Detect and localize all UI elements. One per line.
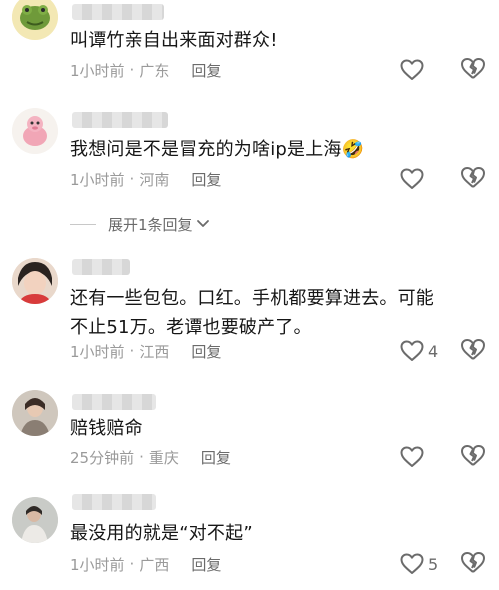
heart-outline-icon	[400, 168, 424, 189]
broken-heart-icon	[461, 445, 485, 466]
reply-button[interactable]: 回复	[191, 554, 221, 575]
avatar[interactable]	[12, 108, 58, 154]
like-button[interactable]	[400, 166, 428, 192]
username-blurred[interactable]	[72, 394, 156, 410]
dislike-button[interactable]	[460, 57, 488, 83]
like-count: 5	[428, 554, 439, 574]
comment-meta: 1小时前 · 河南 回复	[70, 169, 221, 189]
separator-dot: ·	[129, 342, 135, 360]
separator-dot: ·	[129, 170, 135, 188]
heart-outline-icon	[400, 553, 424, 574]
person-avatar-image	[12, 258, 58, 304]
avatar[interactable]	[12, 390, 58, 436]
username-blurred[interactable]	[72, 4, 164, 20]
pink-creature-avatar-image	[12, 108, 58, 154]
heart-outline-icon	[400, 340, 424, 361]
comment-text-line: 还有一些包包。口红。手机都要算进去。可能	[70, 288, 434, 309]
person-avatar-image	[12, 497, 58, 543]
username-blurred[interactable]	[72, 112, 168, 128]
chevron-down-icon	[196, 220, 209, 227]
reply-button[interactable]: 回复	[191, 60, 221, 81]
comment-text: 最没用的就是“对不起”	[70, 523, 253, 544]
reply-button[interactable]: 回复	[201, 447, 231, 468]
comment-meta: 25分钟前 · 重庆 回复	[70, 447, 231, 467]
avatar[interactable]	[12, 497, 58, 543]
like-button[interactable]	[400, 444, 428, 470]
reply-button[interactable]: 回复	[191, 169, 221, 190]
broken-heart-icon	[461, 58, 485, 79]
comment-text: 赔钱赔命	[70, 418, 143, 439]
comment-time: 1小时前	[70, 170, 125, 189]
comment-location: 广西	[139, 555, 170, 574]
broken-heart-icon	[461, 167, 485, 188]
comment-meta: 1小时前 · 广西 回复	[70, 554, 221, 574]
separator-dot: ·	[129, 61, 135, 79]
heart-outline-icon	[400, 59, 424, 80]
dislike-button[interactable]	[460, 444, 488, 470]
like-button[interactable]	[400, 57, 428, 83]
comment-text: 叫谭竹亲自出来面对群众!	[70, 30, 278, 51]
reply-button[interactable]: 回复	[191, 341, 221, 362]
comment-location: 重庆	[148, 448, 179, 467]
comment-time: 1小时前	[70, 555, 125, 574]
avatar[interactable]	[12, 258, 58, 304]
comment-meta: 1小时前 · 广东 回复	[70, 60, 221, 80]
like-count: 4	[428, 341, 439, 361]
comment-location: 河南	[139, 170, 170, 189]
person-avatar-image	[12, 390, 58, 436]
username-blurred[interactable]	[72, 494, 156, 510]
comment-time: 1小时前	[70, 61, 125, 80]
dislike-button[interactable]	[460, 338, 488, 364]
broken-heart-icon	[461, 552, 485, 573]
like-button[interactable]: 5	[400, 551, 438, 577]
expand-replies-button[interactable]: 展开1条回复	[70, 211, 210, 237]
separator-dot: ·	[129, 555, 135, 573]
broken-heart-icon	[461, 339, 485, 360]
dislike-button[interactable]	[460, 551, 488, 577]
avatar[interactable]	[12, 0, 58, 40]
heart-outline-icon	[400, 446, 424, 467]
comment-location: 江西	[139, 342, 170, 361]
comment-text: 我想问是不是冒充的为啥ip是上海🤣	[70, 139, 365, 160]
comment-time: 25分钟前	[70, 448, 135, 467]
divider-line	[70, 223, 96, 225]
comment-time: 1小时前	[70, 342, 125, 361]
dislike-button[interactable]	[460, 166, 488, 192]
comment-location: 广东	[139, 61, 170, 80]
username-blurred[interactable]	[72, 259, 130, 275]
like-button[interactable]: 4	[400, 338, 438, 364]
comment-meta: 1小时前 · 江西 回复	[70, 341, 221, 361]
separator-dot: ·	[139, 448, 144, 466]
expand-replies-label: 展开1条回复	[108, 215, 193, 234]
frog-avatar-image	[12, 0, 58, 40]
